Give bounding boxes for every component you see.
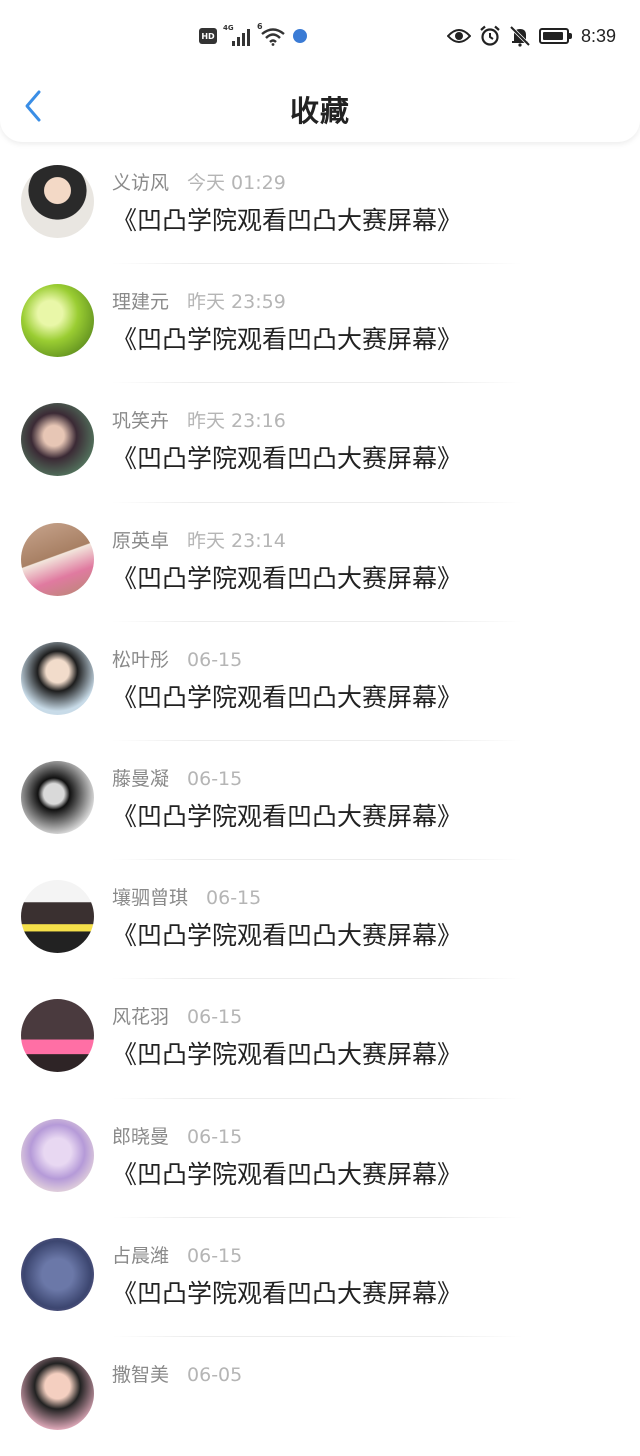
item-meta: 原英卓 昨天 23:14 — [112, 528, 286, 554]
avatar[interactable] — [21, 165, 94, 238]
timestamp: 昨天 23:59 — [187, 291, 286, 314]
list-item[interactable]: 壤驷曾琪 06-15 《凹凸学院观看凹凸大赛屏幕》 — [0, 860, 640, 980]
item-meta: 风花羽 06-15 — [112, 1004, 242, 1030]
message-text: 《凹凸学院观看凹凸大赛屏幕》 — [112, 206, 463, 235]
user-name: 原英卓 — [112, 529, 170, 552]
message-text: 《凹凸学院观看凹凸大赛屏幕》 — [112, 801, 463, 831]
message-text: 《凹凸学院观看凹凸大赛屏幕》 — [112, 444, 463, 474]
alarm-icon — [480, 25, 500, 46]
list-item[interactable]: 义访风 今天 01:29 《凹凸学院观看凹凸大赛屏幕》 — [0, 145, 640, 265]
list-item[interactable]: 藤曼凝 06-15 《凹凸学院观看凹凸大赛屏幕》 — [0, 741, 640, 861]
item-meta: 郎晓曼 06-15 — [112, 1124, 242, 1150]
item-meta: 占晨潍 06-15 — [112, 1243, 242, 1269]
user-name: 巩笑卉 — [112, 410, 170, 433]
avatar[interactable] — [21, 522, 94, 596]
favorites-list: 义访风 今天 01:29 《凹凸学院观看凹凸大赛屏幕》 理建元 昨天 23:59 《凹凸学… — [0, 145, 640, 1456]
timestamp: 06-15 — [187, 648, 243, 671]
status-bar-left: HD 4G 6 — [199, 22, 307, 48]
avatar[interactable] — [21, 1356, 94, 1430]
user-name: 风花羽 — [112, 1006, 170, 1029]
item-meta: 巩笑卉 昨天 23:16 — [112, 408, 286, 434]
item-meta: 松叶彤 06-15 — [112, 647, 242, 673]
battery-icon — [538, 28, 572, 44]
timestamp: 06-15 — [187, 767, 243, 790]
globe-icon — [293, 29, 307, 43]
item-meta: 义访风 今天 01:29 — [112, 170, 286, 196]
list-item[interactable]: 巩笑卉 昨天 23:16 《凹凸学院观看凹凸大赛屏幕》 — [0, 383, 640, 503]
list-item[interactable]: 原英卓 昨天 23:14 《凹凸学院观看凹凸大赛屏幕》 — [0, 503, 640, 622]
list-item[interactable]: 郎晓曼 06-15 《凹凸学院观看凹凸大赛屏幕》 — [0, 1099, 640, 1218]
hd-badge: HD — [199, 28, 217, 44]
app-header: HD 4G 6 8:39 收藏 — [0, 0, 640, 142]
navigation-bar: 收藏 — [0, 72, 640, 142]
avatar[interactable] — [21, 760, 94, 834]
user-name: 松叶彤 — [112, 648, 170, 671]
timestamp: 06-15 — [206, 887, 262, 910]
wifi-label: 6 — [257, 22, 263, 31]
avatar[interactable] — [21, 284, 94, 358]
user-name: 撒智美 — [112, 1363, 170, 1386]
timestamp: 06-05 — [187, 1363, 243, 1386]
avatar[interactable] — [21, 999, 94, 1073]
item-meta: 理建元 昨天 23:59 — [112, 289, 286, 315]
item-meta: 壤驷曾琪 06-15 — [112, 885, 261, 911]
timestamp: 06-15 — [187, 1244, 243, 1267]
message-text: 《凹凸学院观看凹凸大赛屏幕》 — [112, 1278, 463, 1308]
item-meta: 撒智美 06-05 — [112, 1362, 242, 1388]
user-name: 占晨潍 — [112, 1244, 170, 1267]
timestamp: 昨天 23:16 — [187, 410, 286, 433]
list-item[interactable]: 理建元 昨天 23:59 《凹凸学院观看凹凸大赛屏幕》 — [0, 264, 640, 384]
list-item[interactable]: 撒智美 06-05 — [0, 1337, 640, 1456]
user-name: 理建元 — [112, 291, 170, 314]
cellular-signal-icon: 4G — [223, 24, 253, 46]
status-bar: HD 4G 6 8:39 — [0, 20, 640, 52]
user-name: 义访风 — [112, 172, 170, 194]
list-item[interactable]: 风花羽 06-15 《凹凸学院观看凹凸大赛屏幕》 — [0, 979, 640, 1099]
eye-icon — [446, 29, 471, 43]
avatar[interactable] — [21, 880, 94, 954]
message-text: 《凹凸学院观看凹凸大赛屏幕》 — [112, 325, 463, 355]
message-text: 《凹凸学院观看凹凸大赛屏幕》 — [112, 682, 463, 712]
battery-level — [542, 32, 563, 40]
avatar[interactable] — [21, 1118, 94, 1192]
user-name: 藤曼凝 — [112, 767, 170, 790]
bell-muted-icon — [509, 25, 531, 47]
avatar[interactable] — [21, 1237, 94, 1311]
message-text: 《凹凸学院观看凹凸大赛屏幕》 — [112, 921, 463, 951]
timestamp: 06-15 — [187, 1006, 243, 1029]
avatar[interactable] — [21, 641, 94, 715]
message-text: 《凹凸学院观看凹凸大赛屏幕》 — [112, 1159, 463, 1189]
message-text: 《凹凸学院观看凹凸大赛屏幕》 — [112, 563, 463, 593]
message-text: 《凹凸学院观看凹凸大赛屏幕》 — [112, 1040, 463, 1070]
list-item[interactable]: 占晨潍 06-15 《凹凸学院观看凹凸大赛屏幕》 — [0, 1218, 640, 1337]
timestamp: 昨天 23:14 — [187, 529, 286, 552]
status-bar-right: 8:39 — [446, 24, 616, 48]
item-meta: 藤曼凝 06-15 — [112, 766, 242, 792]
list-item[interactable]: 松叶彤 06-15 《凹凸学院观看凹凸大赛屏幕》 — [0, 622, 640, 741]
timestamp: 今天 01:29 — [187, 172, 286, 194]
timestamp: 06-15 — [187, 1125, 243, 1148]
avatar[interactable] — [21, 403, 94, 477]
page-title: 收藏 — [289, 94, 350, 128]
user-name: 郎晓曼 — [112, 1125, 170, 1148]
wifi-icon: 6 — [257, 22, 287, 46]
clock: 8:39 — [580, 25, 616, 46]
user-name: 壤驷曾琪 — [112, 887, 189, 910]
